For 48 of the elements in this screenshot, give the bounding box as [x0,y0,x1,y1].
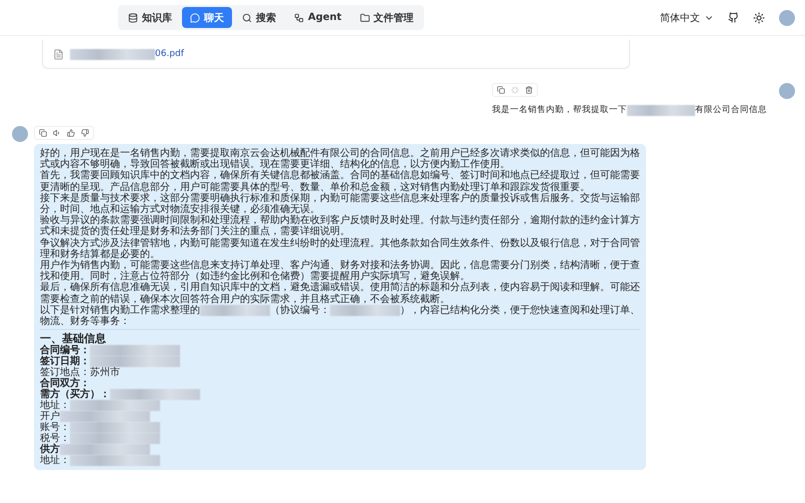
field-label: 账号： [40,422,70,434]
field-label: 地址： [40,455,70,466]
language-select[interactable]: 简体中文 [660,10,714,24]
nav-tab[interactable]: 聊天 [182,7,232,28]
sun-icon[interactable] [753,12,765,24]
speaker-icon[interactable] [53,129,61,137]
paragraph: 用户作为销售内勤，可能需要这些信息来支持订单处理、客户沟通、财务对接和法务协调。因此，信息需要分门别类，结构清晰，便于查找和使用。同时，注意占位符部分（如违约金比例和仓储费）需要提醒用户实际填写，避免误解。 [40,260,640,282]
nav-tab[interactable]: 知识库 [120,7,180,28]
file-link[interactable]: 06.pdf [70,48,184,60]
field-label: 地址： [40,400,70,412]
database-icon [128,12,138,22]
field-label: 需方（买方）： [40,389,110,400]
paragraph: 好的，用户现在是一名销售内勤，需要提取南京云会达机械配件有限公司的合同信息。之前用户已经多次请求类似的信息，但可能因为格式或内容不够明确，导致回答被截断或出现错误。现在需要更详细、结构化的信息，以方便内勤工作使用。 [40,148,640,170]
field-label: 供方 [40,444,60,456]
user-avatar [779,83,795,99]
paragraph: 首先，我需要回顾知识库中的文档内容，确保所有关键信息都被涵盖。合同的基础信息如编号、签订时间和地点已经提取过，但可能需要更清晰的呈现。产品信息部分，用户可能需要具体的型号、数量、单价和总金额，这对销售内勤处理订单和跟踪发货很重要。 [40,170,640,193]
redacted-blur [200,304,270,316]
paragraph: 最后，确保所有信息准确无误，引用自知识库中的文档，避免遗漏或错误。使用简洁的标题和分点列表，使内容易于阅读和理解。可能还需要检查之前的错误，确保本次回答符合用户的实际需求，并且格式正确，不会被系统截断。 [40,282,640,305]
workflow-icon [294,12,304,22]
section-heading: 一、基础信息 [40,332,107,346]
bot-avatar [12,126,28,142]
paragraph: 以下是针对销售内勤工作需求整理的 （协议编号： ），内容已结构化分类，便于您快速查阅和处理订单、物流、财务等事务： [40,304,640,328]
github-icon[interactable] [728,12,739,23]
field-label: 税号： [40,433,70,444]
field-value: 苏州市 [90,367,120,378]
nav-tab[interactable]: 文件管理 [352,7,422,28]
field-label: 开户 [40,411,60,422]
field-label: 签订地点： [40,367,90,378]
search-icon [242,12,252,22]
field-label: 合同双方： [40,378,90,390]
thumbs-up-icon[interactable] [67,129,75,137]
copy-icon[interactable] [497,86,505,94]
thumbs-down-icon[interactable] [81,129,89,137]
paragraph: 验收与异议的条款需要强调时间限制和处理流程，帮助内勤在收到客户反馈时及时处理。付款与违约责任部分，逾期付款的违约金计算方式和未提货的责任处理是财务和法务部门关注的重点，需要详细说明。 [40,215,640,238]
nav-tab[interactable]: Agent [286,7,350,28]
paragraph: 接下来是质量与技术要求，这部分需要明确执行标准和质保期，内勤可能需要这些信息来处理客户的质量投诉或售后服务。交货与运输部分，时间、地点和运输方式对物流安排很关键，必须准确无误。 [40,192,640,216]
folder-icon [360,12,370,22]
field-label: 签订日期： [40,356,90,368]
nav-tab[interactable]: 搜索 [234,7,284,28]
file-icon [53,48,64,60]
user-message: 我是一名销售内勤，帮我提取一下 有限公司合同信息 [492,104,767,116]
chat-icon [190,12,200,22]
trash-icon[interactable] [525,86,533,94]
redacted-blur [627,104,695,116]
redacted-blur [330,304,400,316]
field-label: 合同编号： [40,345,90,356]
paragraph: 争议解决方式涉及法律管辖地，内勤可能需要知道在发生纠纷时的处理流程。其他条款如合同生效条件、份数以及银行信息，对于合同管理和财务结算都是必要的。 [40,238,640,260]
copy-icon[interactable] [39,129,47,137]
